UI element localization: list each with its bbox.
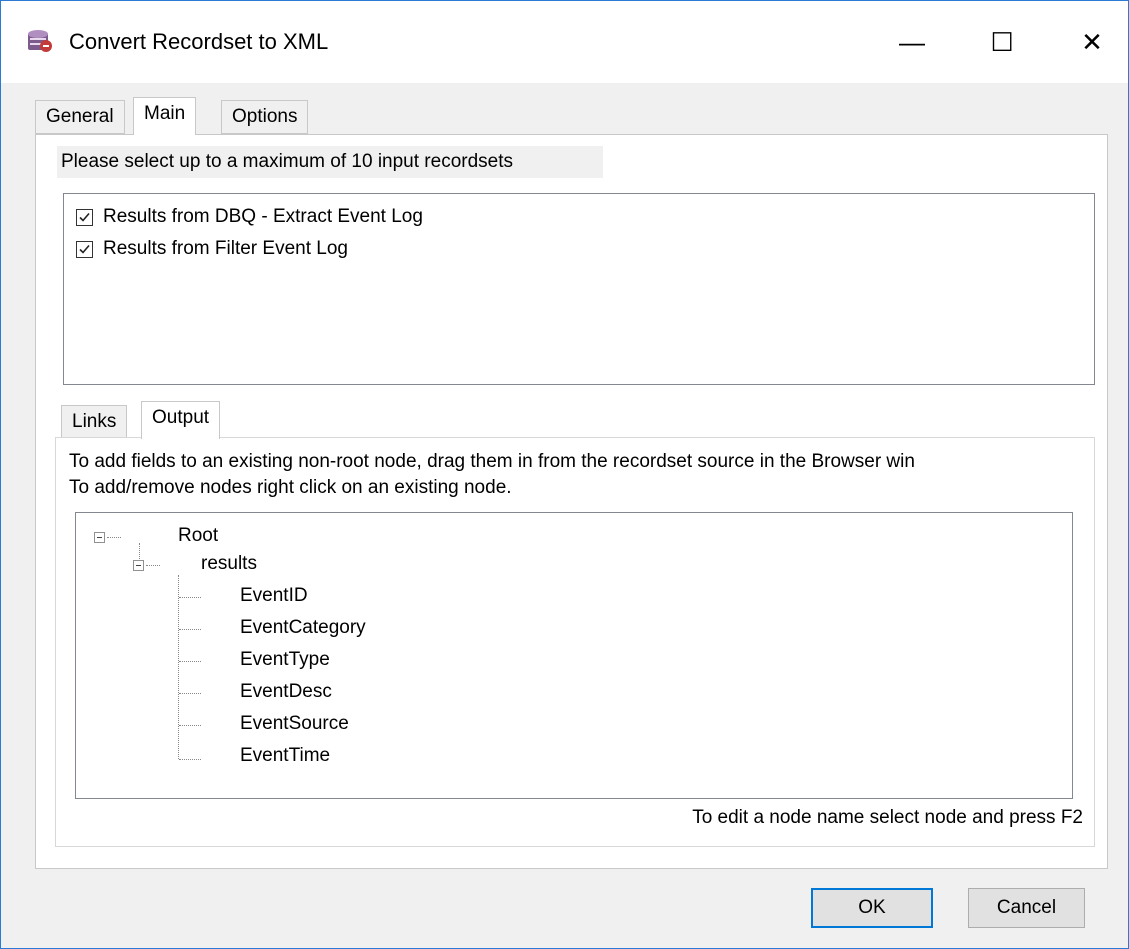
- edit-node-hint: To edit a node name select node and pres…: [692, 807, 1083, 828]
- tree-node-field[interactable]: EventCategory: [240, 617, 366, 639]
- tree-node-root[interactable]: Root: [178, 525, 218, 547]
- recordset-label: Results from DBQ - Extract Event Log: [103, 206, 423, 227]
- tab-links[interactable]: Links: [61, 405, 128, 439]
- tree-connector: [107, 537, 121, 538]
- title-bar[interactable]: Convert Recordset to XML — ☐ ✕: [1, 1, 1128, 83]
- collapse-icon[interactable]: [133, 560, 144, 571]
- recordset-checkbox[interactable]: [76, 208, 93, 226]
- tab-output[interactable]: Output: [141, 401, 221, 439]
- maximize-button[interactable]: ☐: [957, 1, 1047, 83]
- tree-node-field[interactable]: EventTime: [240, 745, 330, 767]
- recordset-list[interactable]: Results from DBQ - Extract Event Log Res…: [63, 193, 1095, 385]
- tree-connector: [179, 693, 201, 694]
- cancel-button[interactable]: Cancel: [968, 888, 1085, 928]
- output-info-line-1: To add fields to an existing non-root no…: [69, 451, 915, 472]
- tree-connector: [179, 629, 201, 630]
- tree-connector: [179, 597, 201, 598]
- recordset-item[interactable]: Results from DBQ - Extract Event Log: [76, 206, 423, 228]
- window-title: Convert Recordset to XML: [69, 29, 329, 54]
- database-xml-icon: [25, 27, 53, 53]
- tree-connector: [146, 565, 160, 566]
- output-info-line-2: To add/remove nodes right click on an ex…: [69, 477, 512, 498]
- minimize-button[interactable]: —: [867, 1, 957, 83]
- tab-options[interactable]: Options: [221, 100, 309, 134]
- tree-connector: [179, 725, 201, 726]
- tree-node-field[interactable]: EventDesc: [240, 681, 332, 703]
- close-button[interactable]: ✕: [1047, 1, 1129, 83]
- tab-general[interactable]: General: [35, 100, 125, 134]
- tree-node-results[interactable]: results: [201, 553, 257, 575]
- close-icon: ✕: [1081, 26, 1103, 57]
- tree-connector: [179, 661, 201, 662]
- xml-node-tree[interactable]: Root results EventID EventCategory Event…: [75, 512, 1073, 799]
- tree-node-field[interactable]: EventID: [240, 585, 308, 607]
- collapse-icon[interactable]: [94, 532, 105, 543]
- check-icon: [79, 244, 90, 254]
- recordset-item[interactable]: Results from Filter Event Log: [76, 238, 348, 260]
- tree-connector: [179, 759, 201, 760]
- ok-button[interactable]: OK: [811, 888, 933, 928]
- minimize-icon: —: [899, 26, 925, 57]
- tab-main[interactable]: Main: [133, 97, 197, 135]
- tree-connector: [139, 543, 140, 559]
- tree-node-field[interactable]: EventType: [240, 649, 330, 671]
- maximize-icon: ☐: [990, 26, 1014, 57]
- check-icon: [79, 212, 90, 222]
- tree-node-field[interactable]: EventSource: [240, 713, 349, 735]
- dialog-window: Convert Recordset to XML — ☐ ✕ General M…: [0, 0, 1129, 949]
- recordset-hint: Please select up to a maximum of 10 inpu…: [57, 146, 603, 178]
- recordset-label: Results from Filter Event Log: [103, 238, 348, 259]
- tree-connector: [178, 575, 179, 759]
- recordset-checkbox[interactable]: [76, 240, 93, 258]
